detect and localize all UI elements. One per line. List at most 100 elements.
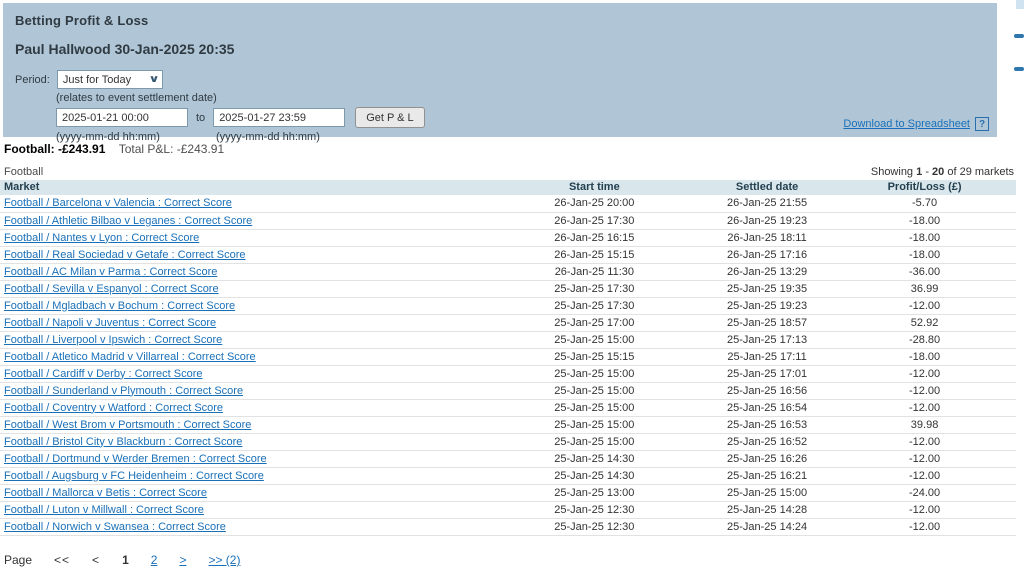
date-format-hint-to: (yyyy-mm-dd hh:mm)	[216, 131, 320, 143]
market-link[interactable]: Football / Real Sociedad v Getafe : Corr…	[4, 249, 246, 261]
market-link[interactable]: Football / Mallorca v Betis : Correct Sc…	[4, 487, 207, 499]
settled-date-cell: 25-Jan-25 16:56	[701, 382, 834, 400]
next-page-link[interactable]: >	[179, 553, 186, 567]
start-time-cell: 25-Jan-25 15:00	[487, 416, 702, 434]
page-2-link[interactable]: 2	[151, 553, 158, 567]
page-title: Betting Profit & Loss	[15, 13, 149, 28]
table-row: Football / AC Milan v Parma : Correct Sc…	[0, 263, 1016, 281]
start-time-cell: 25-Jan-25 12:30	[487, 501, 702, 519]
market-link[interactable]: Football / Mgladbach v Bochum : Correct …	[4, 300, 235, 312]
profit-loss-cell: -12.00	[833, 450, 1016, 468]
start-time-cell: 26-Jan-25 20:00	[487, 195, 702, 213]
scrollbar[interactable]	[1014, 0, 1024, 80]
chevron-down-icon: ∨	[148, 74, 160, 85]
market-link[interactable]: Football / Dortmund v Werder Bremen : Co…	[4, 453, 267, 465]
download-spreadsheet-link[interactable]: Download to Spreadsheet	[843, 118, 970, 130]
profit-loss-cell: -18.00	[833, 229, 1016, 247]
profit-loss-cell: -18.00	[833, 246, 1016, 264]
settled-date-cell: 25-Jan-25 19:35	[701, 280, 834, 298]
date-to-input[interactable]	[213, 108, 346, 127]
profit-loss-cell: -12.00	[833, 433, 1016, 451]
start-time-cell: 25-Jan-25 14:30	[487, 467, 702, 485]
table-row: Football / Cardiff v Derby : Correct Sco…	[0, 365, 1016, 383]
table-row: Football / Dortmund v Werder Bremen : Co…	[0, 450, 1016, 468]
profit-loss-cell: -12.00	[833, 467, 1016, 485]
table-row: Football / Bristol City v Blackburn : Co…	[0, 433, 1016, 451]
profit-loss-cell: -28.80	[833, 331, 1016, 349]
start-time-cell: 25-Jan-25 15:00	[487, 382, 702, 400]
section-label: Football	[4, 166, 44, 178]
start-time-cell: 25-Jan-25 15:00	[487, 365, 702, 383]
start-time-cell: 26-Jan-25 15:15	[487, 246, 702, 264]
total-pl-label: Total P&L:	[118, 142, 174, 156]
previous-page-button: <	[92, 553, 101, 567]
market-link[interactable]: Football / Cardiff v Derby : Correct Sco…	[4, 368, 202, 380]
last-page-link[interactable]: >> (2)	[208, 553, 240, 567]
profit-loss-cell: -12.00	[833, 399, 1016, 417]
start-time-cell: 26-Jan-25 16:15	[487, 229, 702, 247]
start-time-cell: 25-Jan-25 15:00	[487, 331, 702, 349]
table-row: Football / West Brom v Portsmouth : Corr…	[0, 416, 1016, 434]
settled-date-cell: 26-Jan-25 18:11	[701, 229, 834, 247]
table-row: Football / Norwich v Swansea : Correct S…	[0, 518, 1016, 536]
start-time-cell: 25-Jan-25 15:00	[487, 399, 702, 417]
market-link[interactable]: Football / Athletic Bilbao v Leganes : C…	[4, 215, 252, 227]
period-select[interactable]: Just for Today ∨	[56, 70, 163, 89]
start-time-cell: 25-Jan-25 17:30	[487, 280, 702, 298]
period-note: (relates to event settlement date)	[56, 92, 217, 104]
table-row: Football / Nantes v Lyon : Correct Score…	[0, 229, 1016, 247]
market-link[interactable]: Football / Nantes v Lyon : Correct Score	[4, 232, 199, 244]
total-pl-value: -£243.91	[176, 142, 225, 156]
market-link[interactable]: Football / Napoli v Juventus : Correct S…	[4, 317, 216, 329]
pl-summary: Football: -£243.91 Total P&L: -£243.91	[4, 142, 224, 156]
settled-date-cell: 25-Jan-25 16:53	[701, 416, 834, 434]
start-time-cell: 25-Jan-25 14:30	[487, 450, 702, 468]
table-row: Football / Sevilla v Espanyol : Correct …	[0, 280, 1016, 298]
settled-date-cell: 25-Jan-25 16:26	[701, 450, 834, 468]
start-time-cell: 25-Jan-25 17:30	[487, 297, 702, 315]
settled-date-cell: 25-Jan-25 14:24	[701, 518, 834, 536]
settled-date-cell: 25-Jan-25 14:28	[701, 501, 834, 519]
settled-date-cell: 25-Jan-25 16:52	[701, 433, 834, 451]
table-row: Football / Sunderland v Plymouth : Corre…	[0, 382, 1016, 400]
get-pl-button[interactable]: Get P & L	[355, 107, 425, 128]
market-link[interactable]: Football / Norwich v Swansea : Correct S…	[4, 521, 226, 533]
period-label: Period:	[15, 73, 50, 86]
market-link[interactable]: Football / Bristol City v Blackburn : Co…	[4, 436, 242, 448]
table-row: Football / Augsburg v FC Heidenheim : Co…	[0, 467, 1016, 485]
settled-date-cell: 25-Jan-25 17:11	[701, 348, 834, 366]
scrollbar-track-top	[1016, 0, 1024, 9]
start-time-cell: 25-Jan-25 12:30	[487, 518, 702, 536]
market-link[interactable]: Football / Luton v Millwall : Correct Sc…	[4, 504, 204, 516]
first-page-button: <<	[54, 553, 71, 567]
settled-date-cell: 26-Jan-25 13:29	[701, 263, 834, 281]
profit-loss-cell: 36.99	[833, 280, 1016, 298]
market-link[interactable]: Football / Coventry v Watford : Correct …	[4, 402, 223, 414]
settled-date-cell: 25-Jan-25 16:54	[701, 399, 834, 417]
market-link[interactable]: Football / AC Milan v Parma : Correct Sc…	[4, 266, 217, 278]
date-from-input[interactable]	[56, 108, 188, 127]
market-link[interactable]: Football / West Brom v Portsmouth : Corr…	[4, 419, 251, 431]
settled-date-cell: 26-Jan-25 17:16	[701, 246, 834, 264]
column-header-settled-date: Settled date	[701, 180, 834, 195]
profit-loss-cell: 39.98	[833, 416, 1016, 434]
sport-summary-value: -£243.91	[58, 142, 106, 156]
start-time-cell: 25-Jan-25 15:00	[487, 433, 702, 451]
profit-loss-cell: -12.00	[833, 297, 1016, 315]
start-time-cell: 25-Jan-25 17:00	[487, 314, 702, 332]
market-link[interactable]: Football / Barcelona v Valencia : Correc…	[4, 197, 232, 209]
table-row: Football / Luton v Millwall : Correct Sc…	[0, 501, 1016, 519]
start-time-cell: 25-Jan-25 15:15	[487, 348, 702, 366]
market-link[interactable]: Football / Liverpool v Ipswich : Correct…	[4, 334, 222, 346]
market-link[interactable]: Football / Sunderland v Plymouth : Corre…	[4, 385, 243, 397]
table-row: Football / Athletic Bilbao v Leganes : C…	[0, 212, 1016, 230]
help-icon[interactable]: ?	[975, 117, 989, 131]
market-link[interactable]: Football / Augsburg v FC Heidenheim : Co…	[4, 470, 264, 482]
market-link[interactable]: Football / Sevilla v Espanyol : Correct …	[4, 283, 219, 295]
settled-date-cell: 25-Jan-25 15:00	[701, 484, 834, 502]
profit-loss-cell: -18.00	[833, 212, 1016, 230]
markets-table: Market Start time Settled date Profit/Lo…	[0, 180, 1016, 536]
user-and-timestamp: Paul Hallwood 30-Jan-2025 20:35	[15, 41, 235, 57]
market-link[interactable]: Football / Atletico Madrid v Villarreal …	[4, 351, 256, 363]
profit-loss-cell: 52.92	[833, 314, 1016, 332]
